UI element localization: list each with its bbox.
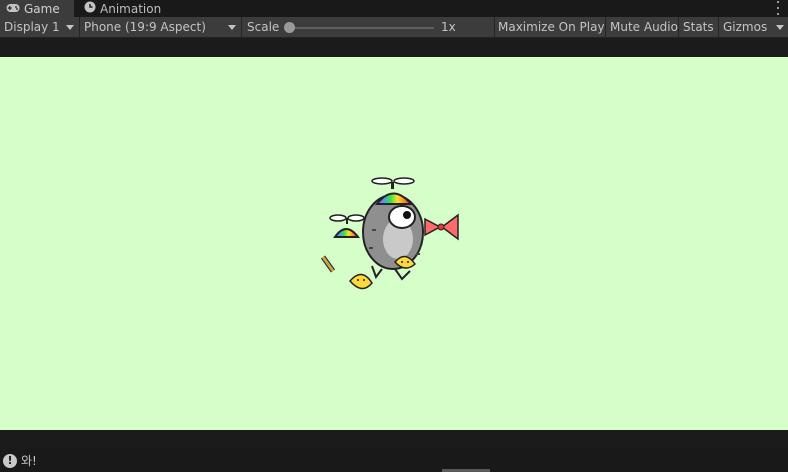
aspect-dropdown[interactable]: Phone (19:9 Aspect) <box>80 17 240 37</box>
gizmos-label: Gizmos <box>723 20 768 34</box>
scale-slider-track[interactable] <box>290 27 434 29</box>
scale-value: 1x <box>441 20 456 34</box>
status-message: 와! <box>21 454 37 468</box>
display-dropdown-label: Display 1 <box>4 20 60 34</box>
mute-audio-toggle[interactable]: Mute Audio <box>610 17 678 37</box>
divider <box>605 17 606 37</box>
more-options-icon[interactable] <box>776 1 780 15</box>
tab-animation[interactable]: Animation <box>78 0 168 17</box>
game-character-sprite <box>320 177 459 290</box>
console-status-bar[interactable]: ! 와! <box>0 449 788 472</box>
aspect-dropdown-label: Phone (19:9 Aspect) <box>84 20 206 34</box>
gamepad-icon <box>6 2 20 16</box>
divider <box>678 17 679 37</box>
clock-icon <box>84 1 96 16</box>
scale-slider-handle[interactable] <box>284 22 295 33</box>
chevron-down-icon <box>776 25 784 30</box>
info-icon: ! <box>3 453 17 468</box>
scale-label: Scale <box>247 20 280 34</box>
gizmos-dropdown[interactable]: Gizmos <box>719 17 788 37</box>
tab-game[interactable]: Game <box>0 0 74 17</box>
display-dropdown[interactable]: Display 1 <box>0 17 78 37</box>
tab-game-label: Game <box>24 1 60 16</box>
game-view-toolbar: Display 1 Phone (19:9 Aspect) Scale 1x M… <box>0 17 788 38</box>
tab-animation-label: Animation <box>100 1 162 16</box>
chevron-down-icon <box>228 25 236 30</box>
stats-toggle[interactable]: Stats <box>683 17 714 37</box>
game-viewport[interactable] <box>0 57 788 430</box>
divider <box>494 17 495 37</box>
letterbox-top <box>0 38 788 57</box>
maximize-on-play-toggle[interactable]: Maximize On Play <box>498 17 605 37</box>
divider <box>241 17 242 37</box>
chevron-down-icon <box>66 25 74 30</box>
editor-tab-bar: Game Animation <box>0 0 788 17</box>
letterbox-bottom <box>0 430 788 449</box>
